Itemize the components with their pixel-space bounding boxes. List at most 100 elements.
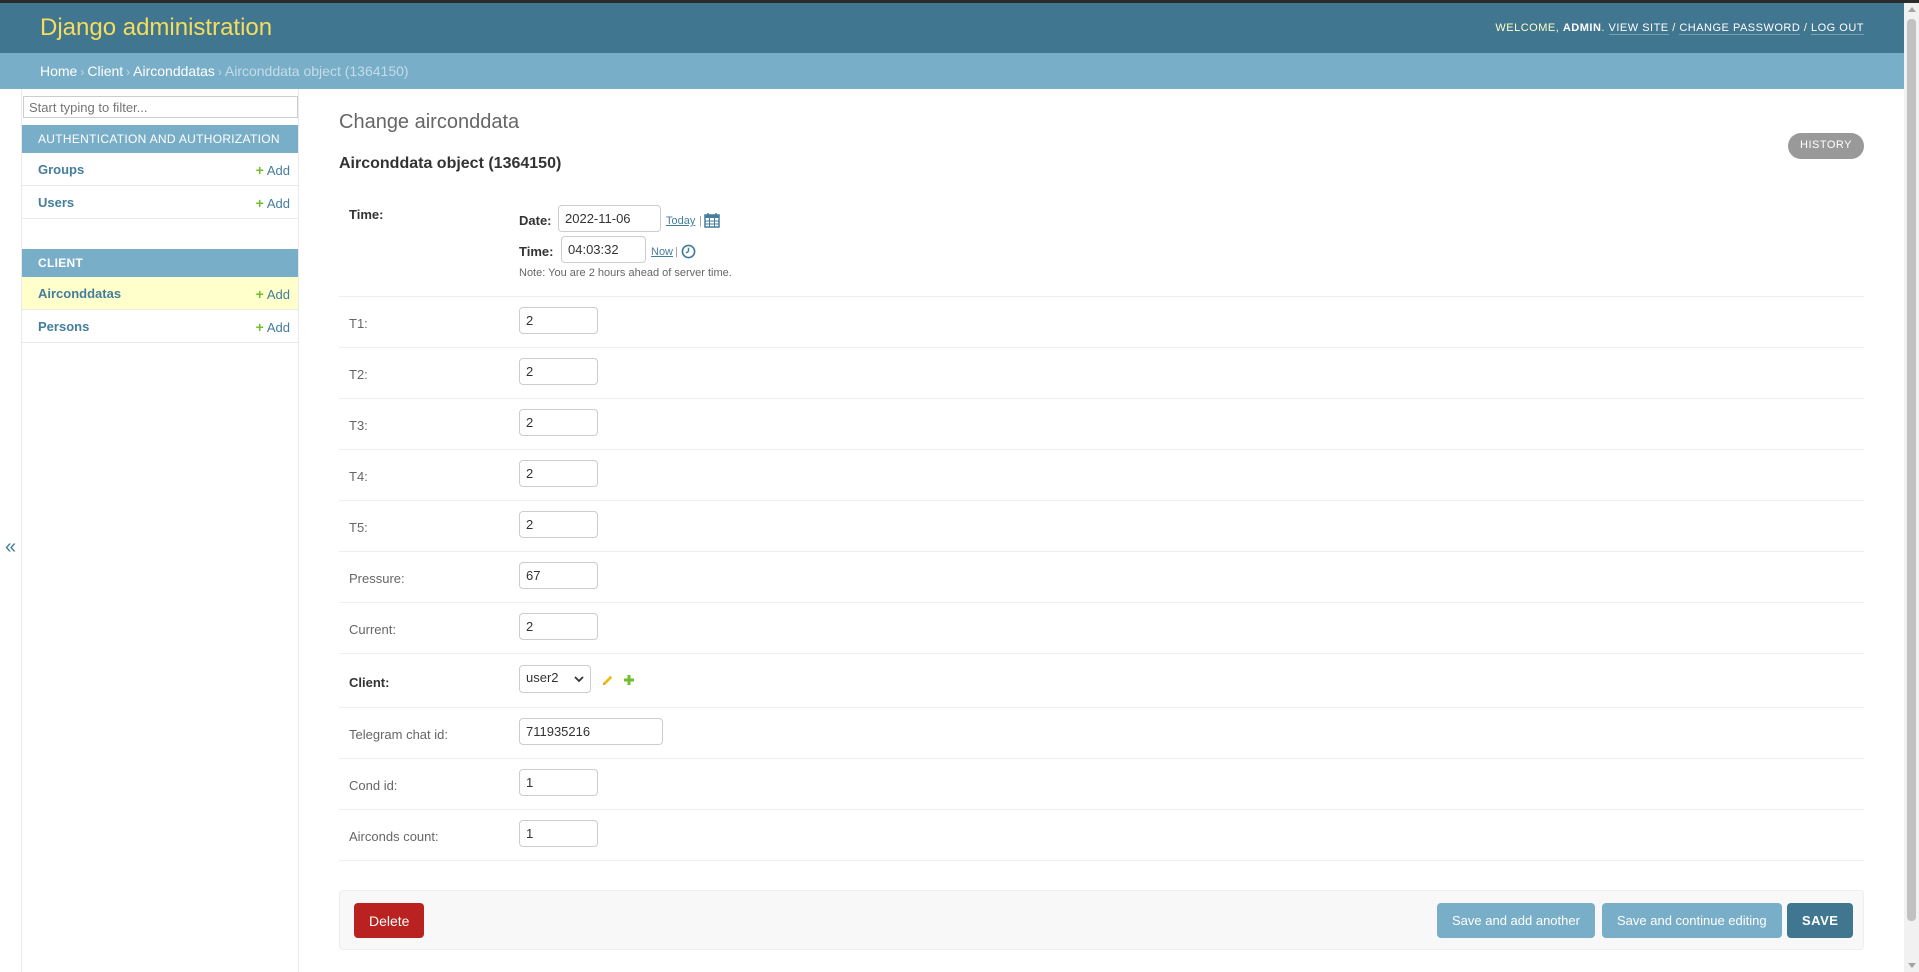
form-row-t1: T1:: [339, 297, 1864, 348]
time-sub-label: Time:: [519, 244, 554, 259]
pressure-label: Pressure:: [349, 571, 405, 586]
save-and-add-another-button[interactable]: Save and add another: [1437, 903, 1595, 938]
page-title: Change airconddata: [339, 111, 520, 133]
chevron-down-icon: [574, 676, 584, 683]
username: admin: [1562, 22, 1602, 34]
module-caption-client[interactable]: Client: [22, 249, 298, 277]
log-out-link[interactable]: Log out: [1810, 22, 1864, 35]
telegram-chat-id-label: Telegram chat id:: [349, 727, 448, 742]
form-row-time: Time: Date: Today | Time: Now | Note: Yo…: [339, 195, 1864, 297]
plus-icon[interactable]: [623, 674, 635, 686]
airconds-count-input[interactable]: [519, 820, 598, 847]
client-select-value: user2: [526, 670, 559, 685]
history-button[interactable]: History: [1788, 133, 1864, 159]
breadcrumb-home[interactable]: Home: [40, 63, 77, 79]
form-row-client: Client: user2: [339, 654, 1864, 708]
breadcrumb-app[interactable]: Client: [87, 63, 123, 79]
t2-input[interactable]: [519, 358, 598, 385]
add-label: Add: [266, 320, 290, 335]
sidebar-item-persons-link[interactable]: Persons: [38, 319, 89, 334]
header: Django administration Welcome, admin. Vi…: [0, 3, 1904, 53]
vertical-scrollbar[interactable]: [1904, 3, 1919, 972]
form-row-t4: T4:: [339, 450, 1864, 501]
sidebar-item-groups: Groups + Add: [22, 153, 298, 186]
t3-input[interactable]: [519, 409, 598, 436]
t4-label: T4:: [349, 469, 368, 484]
scroll-down-arrow-icon[interactable]: [1908, 963, 1916, 968]
plus-icon: +: [255, 195, 264, 211]
breadcrumb-model[interactable]: Airconddatas: [133, 63, 215, 79]
plus-icon: +: [255, 286, 264, 302]
nav-filter-input[interactable]: [23, 96, 298, 118]
site-branding[interactable]: Django administration: [40, 14, 272, 42]
current-label: Current:: [349, 622, 396, 637]
scroll-up-arrow-icon[interactable]: [1908, 7, 1916, 12]
shortcut-separator: |: [699, 215, 702, 227]
pencil-icon[interactable]: [601, 674, 614, 687]
object-title: Airconddata object (1364150): [339, 155, 562, 172]
telegram-chat-id-input[interactable]: [519, 718, 663, 745]
scrollbar-thumb[interactable]: [1907, 19, 1916, 921]
form-row-t2: T2:: [339, 348, 1864, 399]
sidebar-item-persons: Persons + Add: [22, 310, 298, 343]
form-row-telegram-chat-id: Telegram chat id:: [339, 708, 1864, 759]
client-select[interactable]: user2: [519, 665, 591, 693]
delete-button[interactable]: Delete: [354, 903, 425, 938]
sidebar-item-users-link[interactable]: Users: [38, 195, 74, 210]
airconds-count-label: Airconds count:: [349, 829, 439, 844]
add-users-link[interactable]: + Add: [256, 195, 290, 211]
plus-icon: +: [255, 162, 264, 178]
form-row-current: Current:: [339, 603, 1864, 654]
clock-icon[interactable]: [681, 244, 696, 259]
t4-input[interactable]: [519, 460, 598, 487]
add-groups-link[interactable]: + Add: [256, 162, 290, 178]
toggle-nav-sidebar-button[interactable]: «: [0, 89, 22, 972]
form-row-pressure: Pressure:: [339, 552, 1864, 603]
time-label: Time:: [349, 207, 384, 222]
submit-row: Delete Save and add another Save and con…: [339, 890, 1864, 950]
t5-label: T5:: [349, 520, 368, 535]
add-label: Add: [266, 196, 290, 211]
calendar-icon[interactable]: [704, 212, 720, 228]
client-label: Client:: [349, 675, 390, 690]
t1-input[interactable]: [519, 307, 598, 334]
breadcrumb: Home › Client › Airconddatas › Airconddata obj…: [0, 53, 1904, 89]
sidebar-item-airconddatas: Airconddatas + Add: [22, 277, 298, 310]
t1-label: T1:: [349, 316, 368, 331]
pressure-input[interactable]: [519, 562, 598, 589]
module-caption-auth[interactable]: Authentication and Authorization: [22, 125, 298, 153]
sidebar-item-users: Users + Add: [22, 186, 298, 219]
view-site-link[interactable]: View site: [1608, 22, 1669, 35]
date-label: Date:: [519, 213, 552, 228]
shortcut-separator: |: [675, 246, 678, 258]
plus-icon: +: [255, 319, 264, 335]
add-persons-link[interactable]: + Add: [256, 319, 290, 335]
add-label: Add: [266, 287, 290, 302]
date-input[interactable]: [558, 205, 661, 232]
welcome-text: Welcome,: [1495, 22, 1560, 34]
breadcrumb-separator: ›: [126, 65, 131, 79]
save-and-continue-button[interactable]: Save and continue editing: [1602, 903, 1782, 938]
current-input[interactable]: [519, 613, 598, 640]
form-row-cond-id: Cond id:: [339, 759, 1864, 810]
form-row-t5: T5:: [339, 501, 1864, 552]
timezone-warning: Note: You are 2 hours ahead of server ti…: [519, 267, 732, 279]
add-airconddatas-link[interactable]: + Add: [256, 286, 290, 302]
t2-label: T2:: [349, 367, 368, 382]
save-button[interactable]: Save: [1787, 903, 1854, 938]
sidebar-item-airconddatas-link[interactable]: Airconddatas: [38, 286, 121, 301]
t5-input[interactable]: [519, 511, 598, 538]
sidebar-item-groups-link[interactable]: Groups: [38, 162, 84, 177]
user-tools: Welcome, admin. View site / Change passw…: [1495, 22, 1864, 35]
breadcrumb-separator: ›: [217, 65, 222, 79]
time-input[interactable]: [561, 236, 646, 263]
breadcrumb-current: Airconddata object (1364150): [224, 63, 409, 79]
breadcrumb-separator: ›: [80, 65, 85, 79]
change-password-link[interactable]: Change password: [1679, 22, 1801, 35]
t3-label: T3:: [349, 418, 368, 433]
cond-id-input[interactable]: [519, 769, 598, 796]
today-link[interactable]: Today: [666, 215, 695, 227]
collapse-sidebar-icon: «: [5, 536, 17, 558]
add-label: Add: [266, 163, 290, 178]
now-link[interactable]: Now: [651, 246, 673, 258]
